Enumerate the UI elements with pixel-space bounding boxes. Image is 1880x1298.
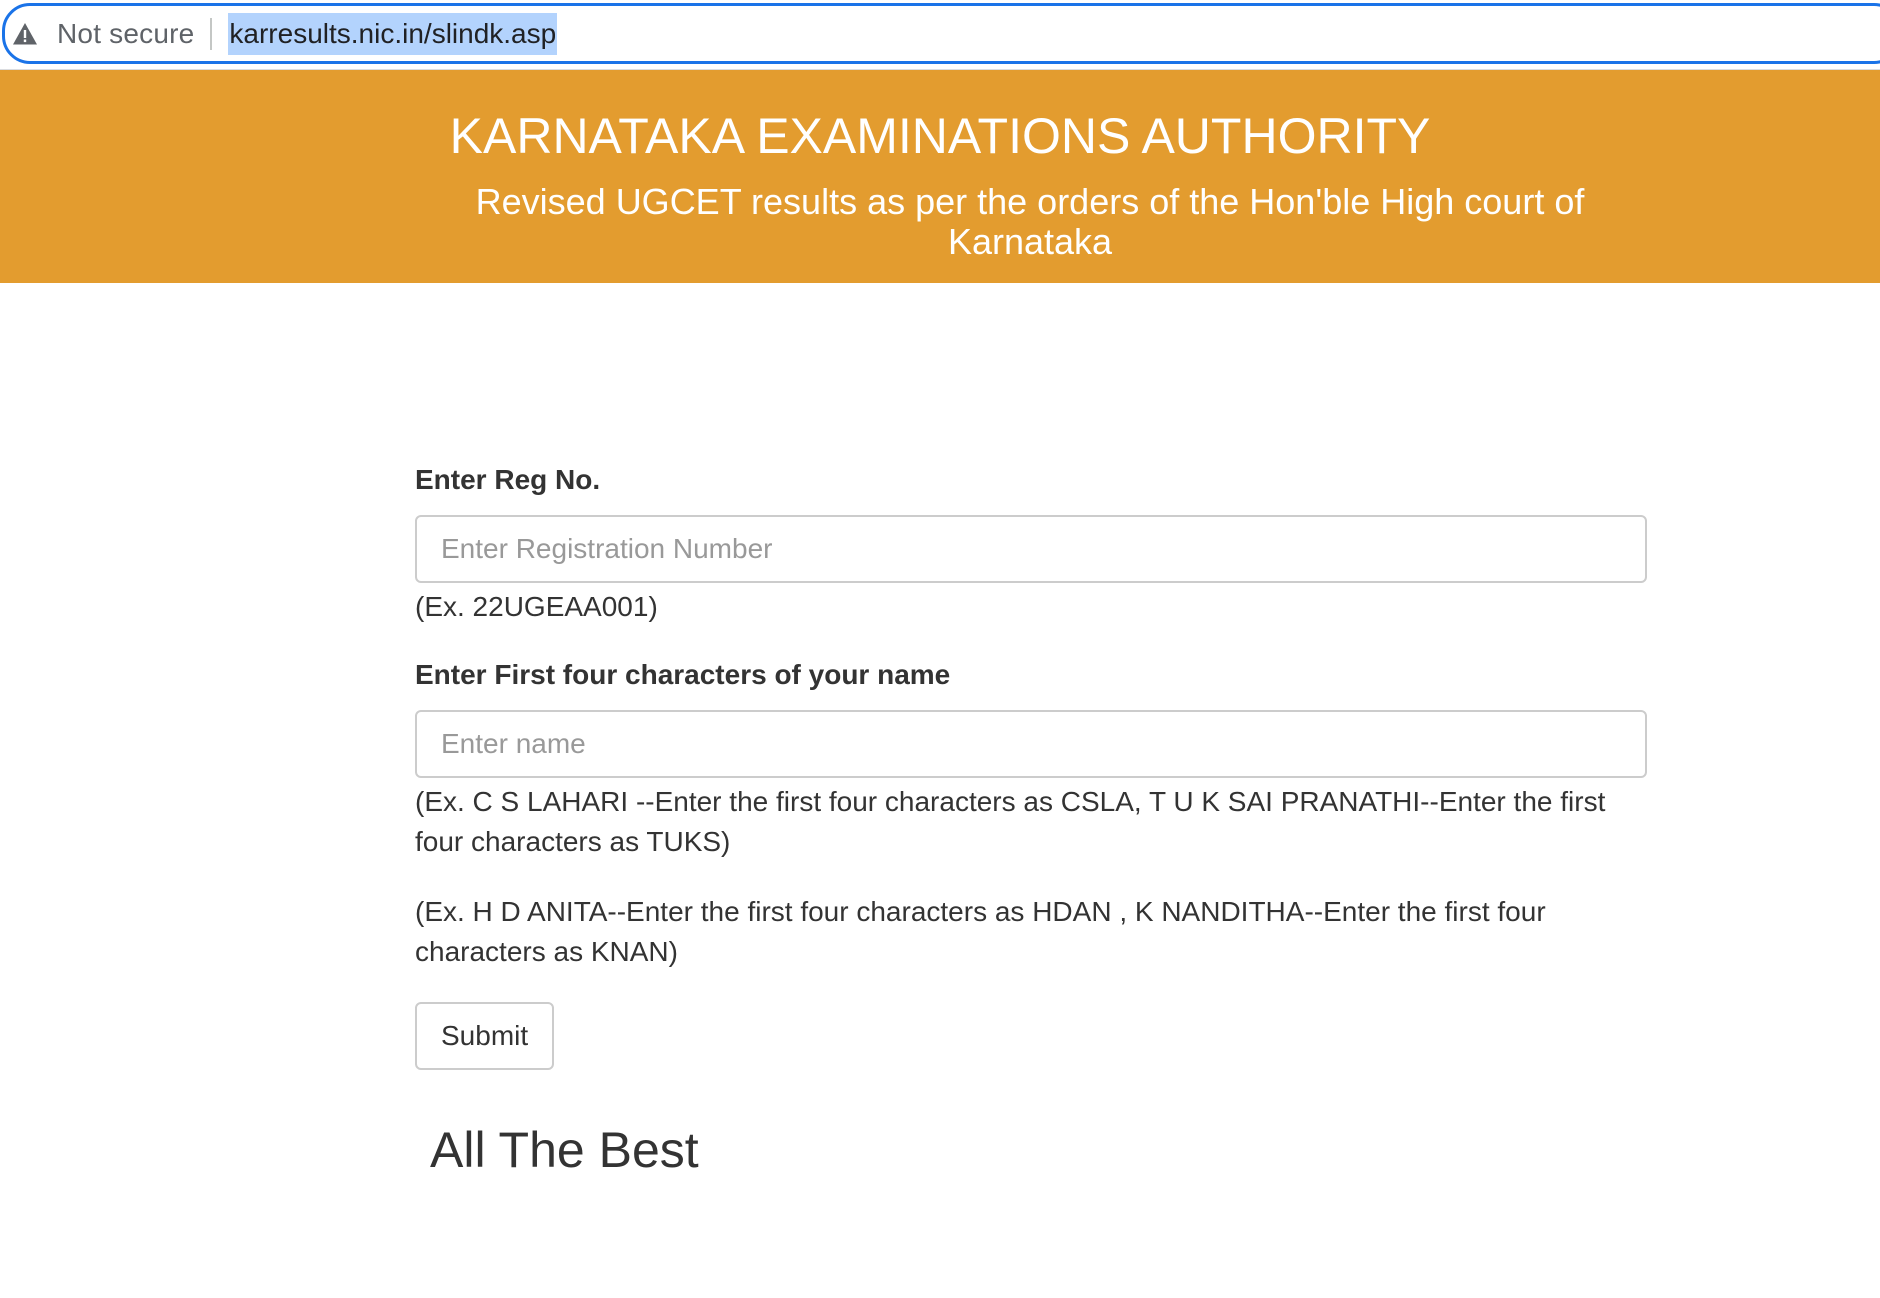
reg-no-label: Enter Reg No.	[415, 464, 601, 495]
submit-button[interactable]: Submit	[415, 1002, 555, 1070]
warning-triangle-icon[interactable]	[11, 20, 39, 48]
url-text[interactable]: karresults.nic.in/slindk.asp	[228, 12, 558, 55]
browser-address-bar: Not secure karresults.nic.in/slindk.asp	[0, 0, 1880, 70]
name-example-1: (Ex. C S LAHARI --Enter the first four c…	[415, 786, 1606, 857]
omnibox[interactable]: Not secure karresults.nic.in/slindk.asp	[2, 3, 1880, 64]
result-login-form: Enter Reg No. (Ex. 22UGEAA001) Enter Fir…	[415, 460, 1647, 1070]
omnibox-divider	[210, 17, 213, 50]
reg-no-example: (Ex. 22UGEAA001)	[415, 591, 658, 622]
page-title: KARNATAKA EXAMINATIONS AUTHORITY	[449, 108, 1431, 164]
header-banner: KARNATAKA EXAMINATIONS AUTHORITY Revised…	[0, 70, 1880, 283]
name-example-2: (Ex. H D ANITA--Enter the first four cha…	[415, 896, 1546, 967]
all-the-best-message: All The Best	[430, 1122, 699, 1178]
registration-number-input[interactable]	[415, 515, 1647, 583]
name-input[interactable]	[415, 710, 1647, 778]
page-subtitle: Revised UGCET results as per the orders …	[475, 181, 1585, 262]
name-label: Enter First four characters of your name	[415, 659, 951, 690]
security-status-label[interactable]: Not secure	[57, 18, 194, 50]
